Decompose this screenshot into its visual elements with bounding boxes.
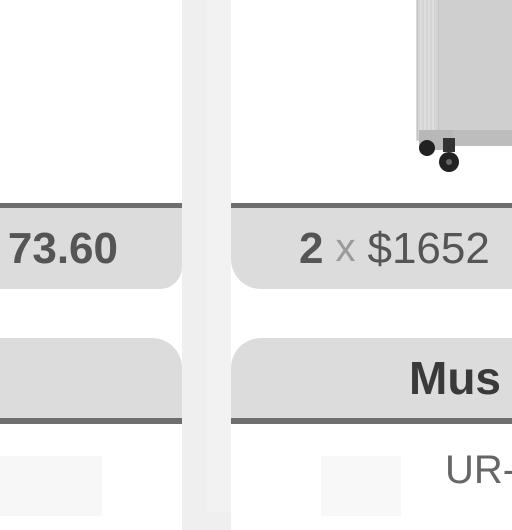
product-image[interactable]	[413, 0, 512, 180]
product-thumbnail[interactable]	[321, 456, 401, 516]
price-text: 73.60	[7, 223, 118, 273]
column-gutter	[207, 0, 231, 512]
price-bar: 2 x $1652	[231, 203, 512, 289]
model-text: UR-	[445, 448, 512, 492]
quantity-text: 2	[299, 223, 324, 273]
product-card-left[interactable]: 73.60 x	[0, 0, 182, 530]
product-thumbnail[interactable]	[0, 456, 102, 516]
brand-bar[interactable]: Mus	[231, 338, 512, 424]
brand-bar[interactable]: x	[0, 338, 182, 424]
times-symbol: x	[335, 226, 356, 270]
price-bar: 73.60	[0, 203, 182, 289]
brand-text: Mus	[409, 352, 501, 404]
price-text: $1652	[367, 223, 490, 273]
product-card-right[interactable]: 2 x $1652 Mus UR-	[231, 0, 512, 530]
